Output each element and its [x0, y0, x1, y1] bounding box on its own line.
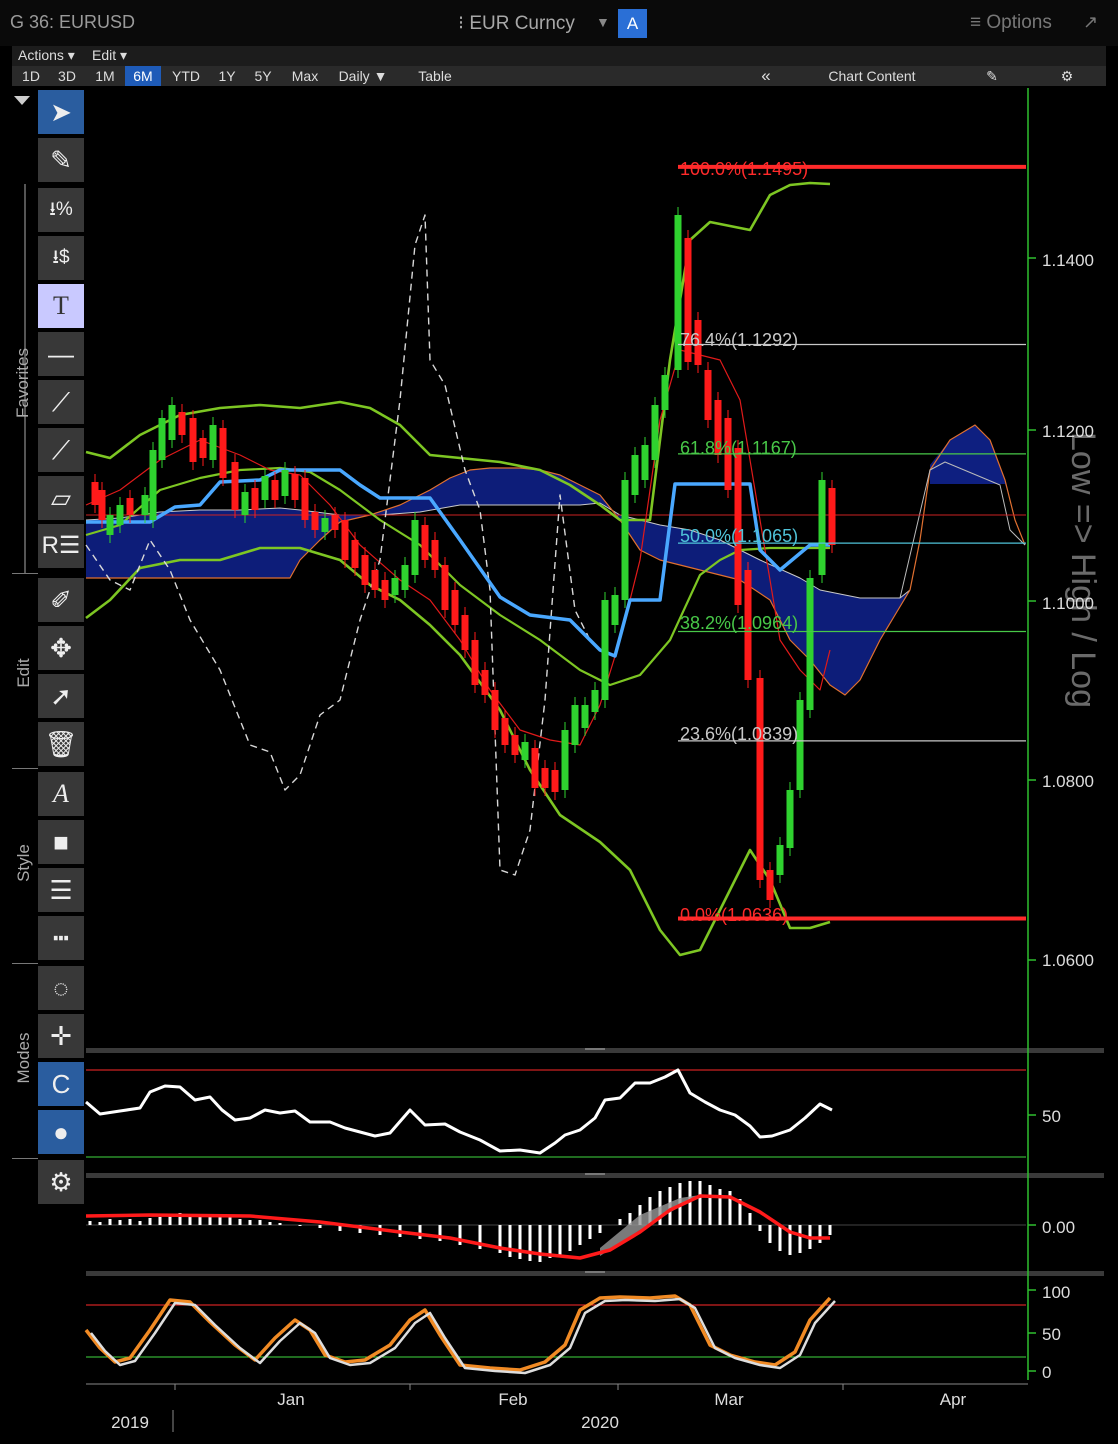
candle-body	[261, 476, 269, 500]
candle-body	[818, 480, 826, 575]
candle-body	[631, 455, 639, 495]
candle-body	[141, 495, 149, 515]
candle-body	[301, 478, 309, 520]
month-label-jan: Jan	[277, 1390, 304, 1409]
candle-body	[451, 590, 459, 625]
candle-body	[149, 450, 157, 520]
candle-body	[591, 690, 599, 712]
candle-body	[481, 670, 489, 695]
candle-body	[501, 718, 509, 745]
candle-body	[796, 700, 804, 790]
stoch-tick-label: 0	[1042, 1363, 1051, 1382]
candle-body	[199, 438, 207, 458]
candle-body	[271, 480, 279, 500]
candle-body	[521, 742, 529, 760]
price-tick-label: 1.0600	[1042, 951, 1094, 970]
rsi-line	[85, 1068, 833, 1155]
candle-body	[168, 405, 176, 440]
fib-label-38: 38.2%(1.0964)	[680, 613, 798, 633]
candle-body	[371, 570, 379, 590]
fib-label-76: 76.4%(1.1292)	[680, 330, 798, 350]
year-label-2019: 2019	[111, 1413, 149, 1432]
price-tick-label: 1.1400	[1042, 251, 1094, 270]
candle-body	[561, 730, 569, 790]
candle-body	[551, 770, 559, 792]
stoch-tick-label: 50	[1042, 1325, 1061, 1344]
candle-body	[431, 540, 439, 570]
candle-body	[661, 375, 669, 410]
candle-body	[209, 425, 217, 460]
candle-body	[766, 870, 774, 900]
price-tick-label: 1.1000	[1042, 594, 1094, 613]
candle-body	[651, 405, 659, 460]
divider-grip-icon	[585, 1173, 605, 1175]
candle-body	[189, 418, 197, 462]
candle-body	[126, 498, 134, 515]
candle-body	[251, 488, 259, 510]
candle-body	[178, 412, 186, 435]
candle-body	[601, 600, 609, 700]
month-label-mar: Mar	[714, 1390, 744, 1409]
rsi-tick-label: 50	[1042, 1107, 1061, 1126]
divider-grip-icon	[585, 1271, 605, 1273]
candle-body	[806, 578, 814, 710]
macd-tick-label: 0.00	[1042, 1218, 1075, 1237]
divider-grip-icon	[585, 1048, 605, 1050]
candle-body	[158, 418, 166, 460]
candle-body	[756, 678, 764, 880]
candle-body	[471, 640, 479, 685]
candle-body	[321, 518, 329, 532]
candle-body	[461, 615, 469, 650]
macd-signal-line	[85, 1194, 830, 1260]
candle-body	[98, 490, 106, 520]
candle-body	[281, 470, 289, 496]
candle-body	[231, 462, 239, 510]
fib-label-23: 23.6%(1.0839)	[680, 724, 798, 744]
candle-body	[391, 578, 399, 595]
candle-body	[581, 705, 589, 728]
candle-body	[401, 565, 409, 590]
candle-body	[641, 445, 649, 480]
price-tick-label: 1.0800	[1042, 772, 1094, 791]
candle-body	[828, 488, 836, 545]
candle-body	[531, 748, 539, 788]
year-label-2020: 2020	[581, 1413, 619, 1432]
candle-body	[611, 595, 619, 625]
candle-body	[351, 540, 359, 568]
candle-body	[511, 735, 519, 755]
candle-body	[106, 515, 114, 535]
fib-label-100: 100.0%(1.1495)	[680, 159, 808, 179]
candle-body	[91, 482, 99, 505]
month-label-feb: Feb	[498, 1390, 527, 1409]
scale-label: Low => High / Log	[1064, 432, 1102, 708]
candle-body	[331, 515, 339, 530]
fib-label-50: 50.0%(1.1065)	[680, 526, 798, 546]
candle-body	[491, 690, 499, 730]
candle-body	[116, 505, 124, 525]
candle-body	[571, 705, 579, 745]
candle-body	[541, 768, 549, 788]
stoch-tick-label: 100	[1042, 1283, 1070, 1302]
candle-body	[291, 474, 299, 500]
candle-body	[381, 580, 389, 600]
price-chart[interactable]: Low => High / Log Jan Feb Mar Apr 2019 2…	[0, 0, 1118, 1444]
candle-body	[776, 845, 784, 875]
stoch-d-line	[90, 1297, 836, 1375]
candle-body	[361, 555, 369, 585]
candle-body	[341, 520, 349, 560]
candle-body	[311, 512, 319, 530]
fib-label-61: 61.8%(1.1167)	[680, 438, 797, 458]
candle-body	[219, 428, 227, 478]
candle-body	[421, 525, 429, 560]
price-tick-label: 1.1200	[1042, 422, 1094, 441]
candle-body	[441, 565, 449, 610]
month-label-apr: Apr	[940, 1390, 967, 1409]
candle-body	[621, 480, 629, 600]
candle-body	[411, 520, 419, 575]
candle-body	[241, 492, 249, 515]
candle-body	[786, 790, 794, 848]
candle-body	[704, 370, 712, 420]
fib-label-0: 0.0%(1.0636)	[680, 905, 788, 925]
